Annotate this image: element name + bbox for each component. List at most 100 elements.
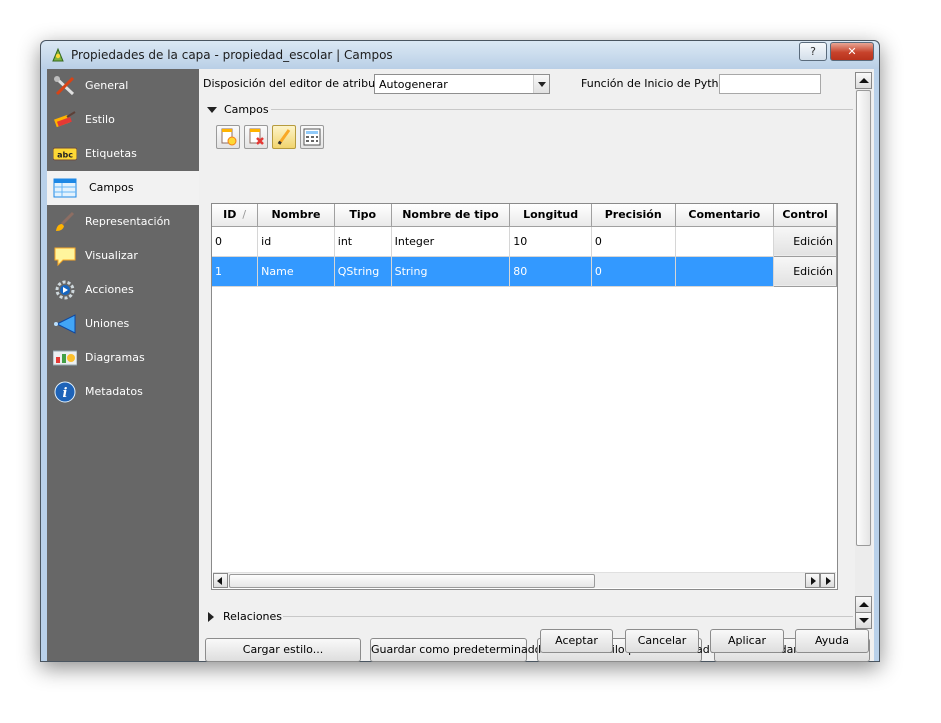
apply-button[interactable]: Aplicar <box>710 629 784 653</box>
display-bubble-icon <box>53 245 77 267</box>
scroll-up-arrow-icon[interactable] <box>855 72 872 89</box>
scroll-up-small-arrow-icon[interactable] <box>855 596 872 613</box>
relations-group-title: Relaciones <box>223 610 283 623</box>
cell-length[interactable]: 80 <box>509 256 592 287</box>
sidebar-item-metadatos[interactable]: i Metadatos <box>47 375 199 409</box>
edit-mode-button[interactable] <box>272 125 296 149</box>
column-header-nombre-de-tipo[interactable]: Nombre de tipo <box>391 204 511 227</box>
field-calculator-button[interactable] <box>300 125 324 149</box>
python-init-label: Función de Inicio de Python <box>581 77 733 90</box>
column-header-id[interactable]: ID / <box>212 204 259 227</box>
vertical-scrollbar[interactable] <box>855 72 872 629</box>
ok-button[interactable]: Aceptar <box>540 629 613 653</box>
sidebar-item-label: Acciones <box>85 283 134 296</box>
help-button[interactable]: Ayuda <box>795 629 869 653</box>
sidebar-item-label: Diagramas <box>85 351 145 364</box>
edit-widget-button[interactable]: Edición <box>773 255 837 287</box>
style-brush-icon <box>53 109 77 131</box>
cell-type-name[interactable]: Integer <box>391 226 511 257</box>
column-header-control[interactable]: Control <box>773 204 837 227</box>
sidebar-item-label: Uniones <box>85 317 130 330</box>
table-header-row: ID / Nombre Tipo Nombre de tipo Longitud … <box>212 204 837 227</box>
column-header-tipo[interactable]: Tipo <box>334 204 392 227</box>
general-tools-icon <box>53 75 77 97</box>
scroll-right-arrow-icon[interactable] <box>820 573 835 588</box>
qgis-logo-icon <box>50 47 66 63</box>
python-init-input[interactable] <box>719 74 821 94</box>
sidebar-item-uniones[interactable]: Uniones <box>47 307 199 341</box>
save-default-button[interactable]: Guardar como predeterminado <box>370 638 541 662</box>
sidebar-item-label: Estilo <box>85 113 115 126</box>
column-header-precision[interactable]: Precisión <box>591 204 676 227</box>
expand-triangle-icon[interactable] <box>208 612 214 622</box>
window-title: Propiedades de la capa - propiedad_escol… <box>71 48 393 62</box>
editor-layout-label: Disposición del editor de atributos: <box>203 77 396 90</box>
group-divider <box>271 109 853 110</box>
editor-layout-value: Autogenerar <box>379 78 448 91</box>
cell-type[interactable]: QString <box>334 256 392 287</box>
new-field-button[interactable] <box>216 125 240 149</box>
sidebar-item-label: Etiquetas <box>85 147 137 160</box>
horizontal-scrollbar[interactable] <box>213 572 836 588</box>
delete-field-icon <box>249 128 264 145</box>
cell-id[interactable]: 0 <box>212 226 259 257</box>
render-brush-icon <box>53 211 77 233</box>
sidebar-item-diagramas[interactable]: Diagramas <box>47 341 199 375</box>
cell-comment[interactable] <box>675 256 775 287</box>
sidebar-item-general[interactable]: General <box>47 69 199 103</box>
close-button[interactable]: ✕ <box>830 42 874 61</box>
actions-gear-icon <box>53 279 77 301</box>
dialog-client-area: General Estilo abc Etiquetas Campos Repr… <box>47 69 874 662</box>
vertical-scroll-thumb[interactable] <box>856 90 871 546</box>
cell-comment[interactable] <box>675 226 775 257</box>
column-header-longitud[interactable]: Longitud <box>509 204 592 227</box>
joins-icon <box>53 313 77 335</box>
scroll-left-arrow-icon[interactable] <box>213 573 228 588</box>
title-bar[interactable]: Propiedades de la capa - propiedad_escol… <box>41 41 879 69</box>
cell-precision[interactable]: 0 <box>591 256 676 287</box>
scroll-down-arrow-icon[interactable] <box>855 612 872 629</box>
fields-table-icon <box>53 177 77 199</box>
delete-field-button[interactable] <box>244 125 268 149</box>
diagrams-icon <box>52 347 78 369</box>
svg-text:abc: abc <box>57 151 73 160</box>
sidebar-item-label: Campos <box>89 181 134 194</box>
sidebar-item-etiquetas[interactable]: abc Etiquetas <box>47 137 199 171</box>
table-row[interactable]: 0 id int Integer 10 0 Edición <box>212 225 837 257</box>
cell-id[interactable]: 1 <box>212 256 259 287</box>
cell-name[interactable]: id <box>257 226 335 257</box>
cell-precision[interactable]: 0 <box>591 226 676 257</box>
load-style-button[interactable]: Cargar estilo... <box>205 638 361 662</box>
cell-length[interactable]: 10 <box>509 226 592 257</box>
cell-name[interactable]: Name <box>257 256 335 287</box>
cell-type[interactable]: int <box>334 226 392 257</box>
sidebar-item-visualizar[interactable]: Visualizar <box>47 239 199 273</box>
scroll-left-small-arrow-icon[interactable] <box>805 573 820 588</box>
sidebar-item-acciones[interactable]: Acciones <box>47 273 199 307</box>
sidebar-item-representacion[interactable]: Representación <box>47 205 199 239</box>
new-field-icon <box>221 128 237 146</box>
column-header-nombre[interactable]: Nombre <box>257 204 335 227</box>
edit-widget-button[interactable]: Edición <box>773 225 837 257</box>
sidebar-item-campos[interactable]: Campos <box>47 171 199 205</box>
sort-indicator-icon: / <box>242 208 247 222</box>
help-title-button[interactable]: ? <box>799 42 827 61</box>
svg-text:i: i <box>63 386 68 401</box>
edit-mode-pencil-icon <box>277 129 291 145</box>
fields-page: Disposición del editor de atributos: Aut… <box>199 69 874 662</box>
layer-properties-dialog: Propiedades de la capa - propiedad_escol… <box>40 40 880 662</box>
sidebar-item-estilo[interactable]: Estilo <box>47 103 199 137</box>
chevron-down-icon <box>533 75 549 93</box>
horizontal-scroll-thumb[interactable] <box>229 574 595 588</box>
cancel-button[interactable]: Cancelar <box>625 629 699 653</box>
collapse-triangle-icon[interactable] <box>207 107 217 113</box>
sidebar: General Estilo abc Etiquetas Campos Repr… <box>47 69 199 661</box>
column-header-comentario[interactable]: Comentario <box>675 204 775 227</box>
sidebar-item-label: General <box>85 79 129 92</box>
cell-type-name[interactable]: String <box>391 256 511 287</box>
editor-layout-select[interactable]: Autogenerar <box>374 74 550 94</box>
info-icon: i <box>53 381 77 403</box>
table-row[interactable]: 1 Name QString String 80 0 Edición <box>212 255 837 287</box>
fields-group-title: Campos <box>224 103 269 116</box>
field-calculator-icon <box>303 128 321 146</box>
